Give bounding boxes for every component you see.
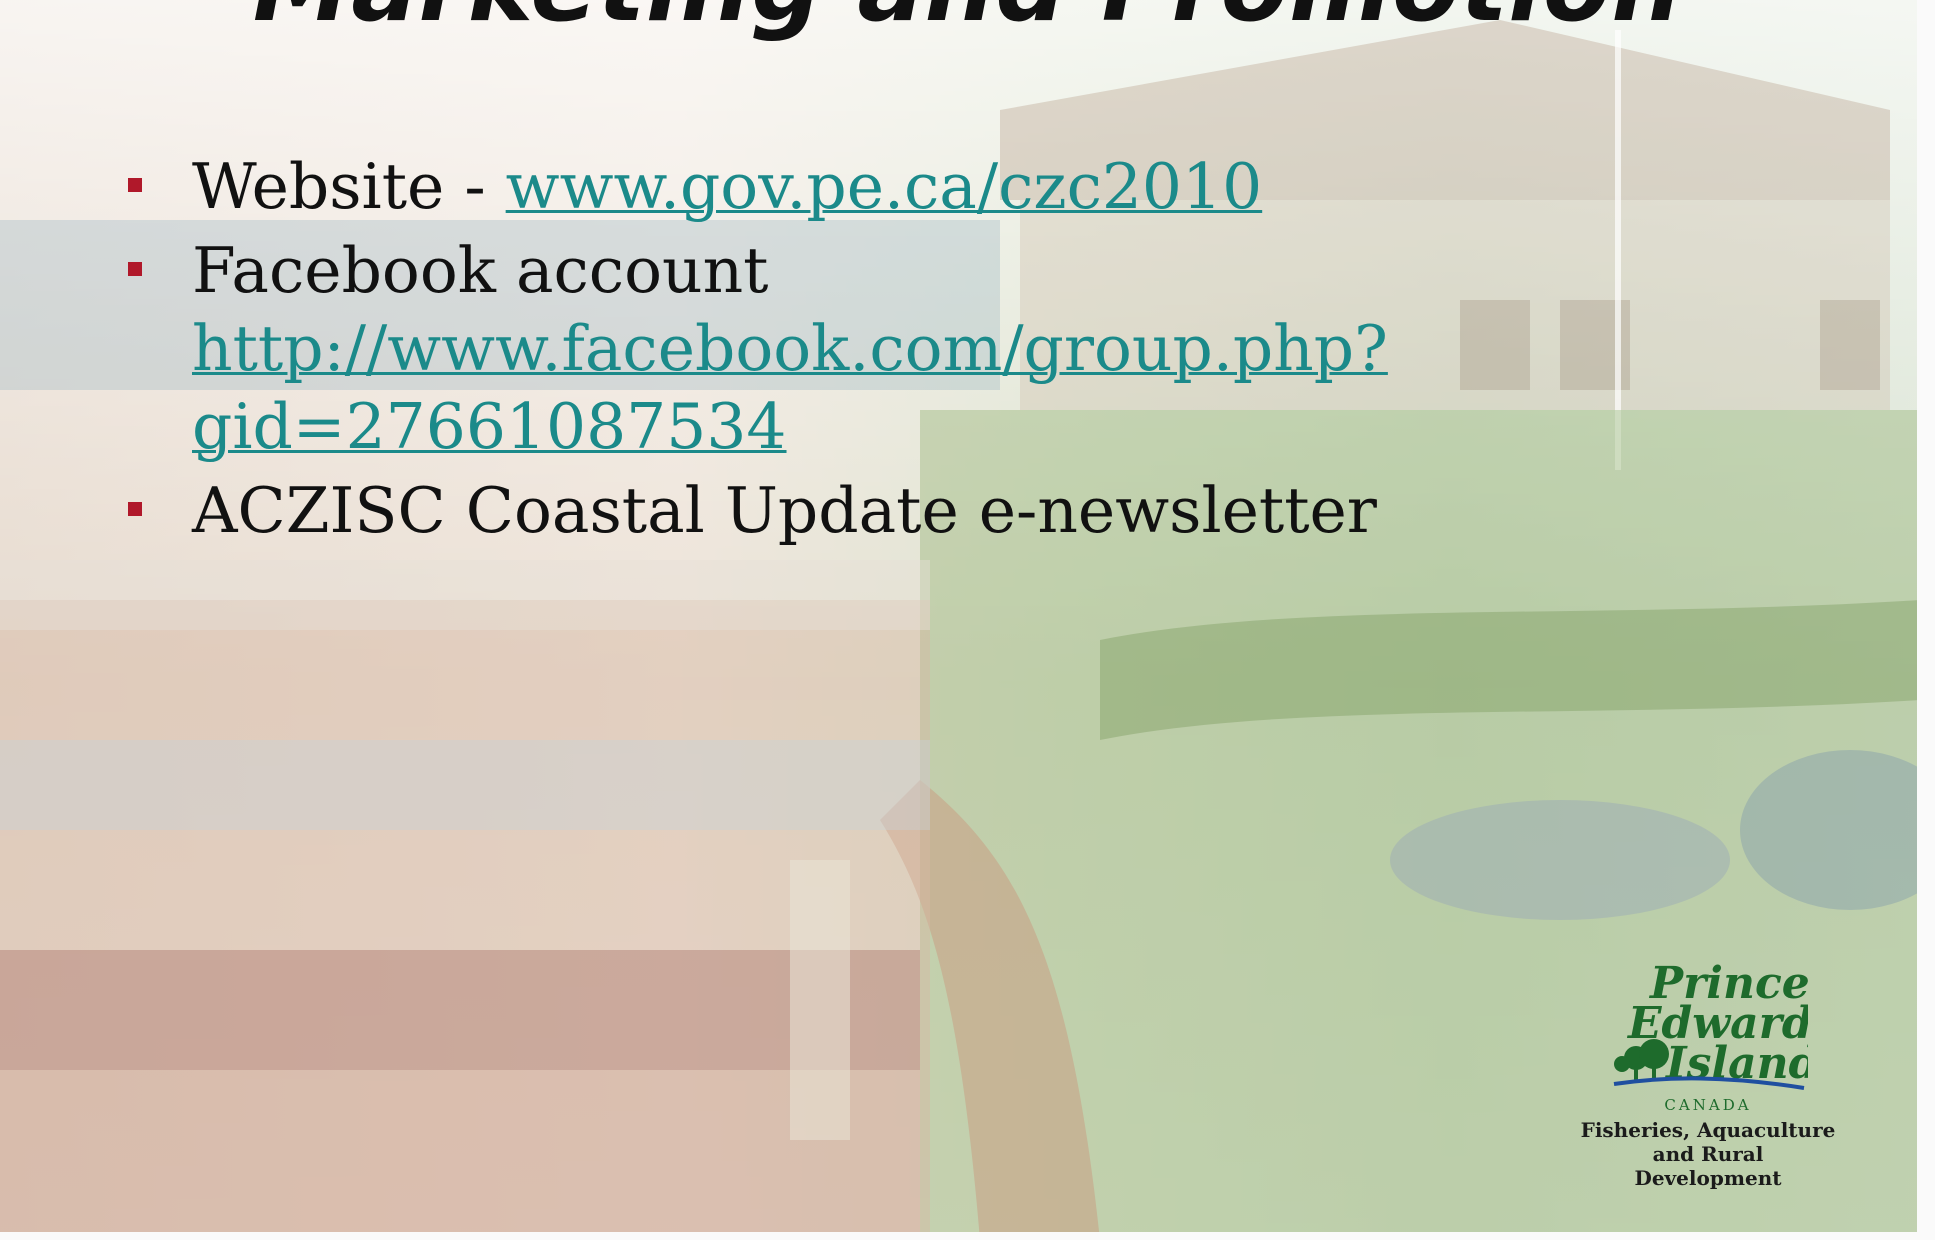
bullet-newsletter-text: ACZISC Coastal Update e-newsletter: [192, 474, 1377, 547]
bullet-marker: [128, 262, 142, 276]
bullet-website-prefix: Website -: [192, 150, 506, 223]
department-line-2: and Rural Development: [1634, 1142, 1782, 1190]
slide: Marketing and Promotion Website - www.go…: [0, 0, 1935, 1240]
department-line-1: Fisheries, Aquaculture: [1580, 1118, 1836, 1142]
bullet-list: Website - www.gov.pe.ca/czc2010 Facebook…: [120, 148, 1880, 550]
bullet-marker: [128, 502, 142, 516]
bullet-facebook: Facebook account http://www.facebook.com…: [120, 232, 1880, 466]
logo-country: CANADA: [1664, 1096, 1751, 1114]
slide-title: Marketing and Promotion: [0, 0, 1935, 44]
pei-wordmark: Prince Edward Island CANADA: [1613, 958, 1808, 1114]
pei-logo: Prince Edward Island CANADA Fisheries, A…: [1578, 950, 1878, 1190]
department-caption: Fisheries, Aquaculture and Rural Develop…: [1578, 1118, 1838, 1190]
website-link[interactable]: www.gov.pe.ca/czc2010: [506, 150, 1263, 223]
bullet-website: Website - www.gov.pe.ca/czc2010: [120, 148, 1880, 226]
slide-edge-right: [1917, 0, 1935, 1240]
slide-edge-bottom: [0, 1232, 1935, 1240]
bullet-newsletter: ACZISC Coastal Update e-newsletter: [120, 472, 1880, 550]
facebook-link[interactable]: http://www.facebook.com/group.php?gid=27…: [192, 310, 1880, 466]
bullet-facebook-text: Facebook account: [192, 234, 769, 307]
bullet-marker: [128, 178, 142, 192]
